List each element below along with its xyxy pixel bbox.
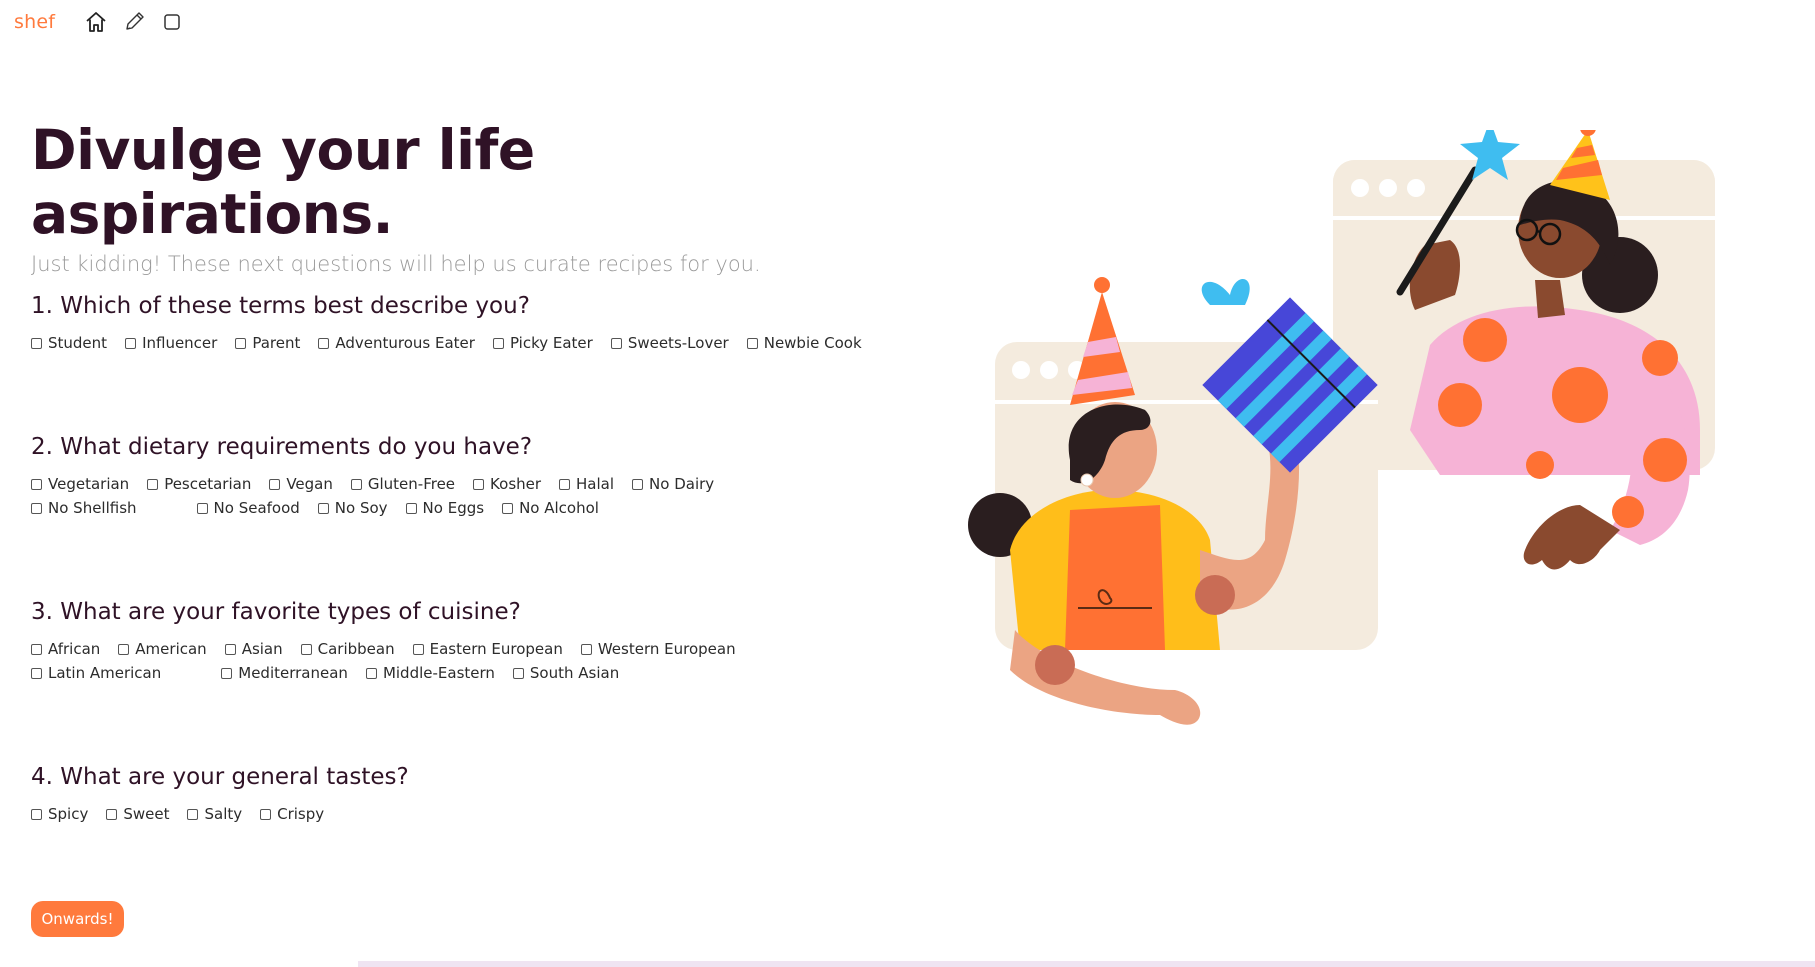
- option-kosher[interactable]: Kosher: [473, 474, 541, 494]
- option-gluten-free[interactable]: Gluten-Free: [350, 474, 455, 494]
- option-no-shellfish[interactable]: No Shellfish: [31, 498, 137, 518]
- option-asian[interactable]: Asian: [224, 639, 283, 659]
- page-title: Divulge your life aspirations.: [31, 118, 535, 246]
- option-no-dairy[interactable]: No Dairy: [632, 474, 714, 494]
- checkbox[interactable]: [365, 667, 377, 679]
- page-subtitle: Just kidding! These next questions will …: [31, 252, 761, 276]
- option-western-european[interactable]: Western European: [580, 639, 736, 659]
- top-nav: shef: [14, 8, 197, 36]
- checkbox[interactable]: [187, 808, 199, 820]
- option-vegan[interactable]: Vegan: [269, 474, 333, 494]
- checkbox[interactable]: [412, 643, 424, 655]
- checkbox[interactable]: [610, 337, 622, 349]
- option-caribbean[interactable]: Caribbean: [300, 639, 395, 659]
- checkbox[interactable]: [125, 337, 137, 349]
- checkbox[interactable]: [31, 808, 42, 820]
- question-title: 4. What are your general tastes?: [31, 764, 409, 790]
- checkbox[interactable]: [221, 667, 233, 679]
- checkbox[interactable]: [318, 337, 330, 349]
- option-middle-eastern[interactable]: Middle-Eastern: [365, 663, 495, 683]
- option-no-soy[interactable]: No Soy: [317, 498, 388, 518]
- hero-illustration: [960, 120, 1740, 730]
- checkbox[interactable]: [512, 667, 524, 679]
- bottom-strip-segment: [0, 961, 358, 967]
- checkbox[interactable]: [235, 337, 247, 349]
- checkbox[interactable]: [31, 337, 42, 349]
- option-halal[interactable]: Halal: [559, 474, 614, 494]
- option-no-alcohol[interactable]: No Alcohol: [502, 498, 599, 518]
- checkbox[interactable]: [317, 502, 329, 514]
- question-4: 4. What are your general tastes? Spicy S…: [31, 764, 881, 824]
- option-eastern-european[interactable]: Eastern European: [412, 639, 563, 659]
- option-influencer[interactable]: Influencer: [125, 333, 217, 353]
- checkbox[interactable]: [118, 643, 130, 655]
- checkbox[interactable]: [269, 478, 281, 490]
- checkbox[interactable]: [224, 643, 236, 655]
- checkbox[interactable]: [473, 478, 485, 490]
- option-parent[interactable]: Parent: [235, 333, 300, 353]
- option-african[interactable]: African: [31, 639, 100, 659]
- bottom-strip: [0, 961, 1815, 967]
- checkbox[interactable]: [350, 478, 362, 490]
- option-south-asian[interactable]: South Asian: [512, 663, 619, 683]
- option-latin-american[interactable]: Latin American: [31, 663, 161, 683]
- option-student[interactable]: Student: [31, 333, 107, 353]
- option-american[interactable]: American: [118, 639, 207, 659]
- checkbox[interactable]: [196, 502, 208, 514]
- page-header: Divulge your life aspirations. Just kidd…: [31, 118, 911, 276]
- question-1: 1. Which of these terms best describe yo…: [31, 293, 881, 353]
- option-vegetarian[interactable]: Vegetarian: [31, 474, 129, 494]
- checkbox[interactable]: [106, 808, 118, 820]
- home-icon[interactable]: [83, 9, 109, 35]
- question-2: 2. What dietary requirements do you have…: [31, 434, 881, 518]
- option-no-eggs[interactable]: No Eggs: [405, 498, 484, 518]
- option-mediterranean[interactable]: Mediterranean: [221, 663, 348, 683]
- checkbox[interactable]: [746, 337, 758, 349]
- option-no-seafood[interactable]: No Seafood: [196, 498, 300, 518]
- checkbox[interactable]: [31, 502, 42, 514]
- pencil-icon[interactable]: [121, 9, 147, 35]
- checkbox[interactable]: [147, 478, 159, 490]
- question-title: 1. Which of these terms best describe yo…: [31, 293, 530, 319]
- option-salty[interactable]: Salty: [187, 804, 242, 824]
- checkbox[interactable]: [492, 337, 504, 349]
- question-title: 2. What dietary requirements do you have…: [31, 434, 533, 460]
- checkbox[interactable]: [31, 667, 42, 679]
- checkbox[interactable]: [300, 643, 312, 655]
- brand-logo[interactable]: shef: [14, 11, 55, 33]
- question-options: African American Asian Caribbean Eastern…: [31, 639, 881, 683]
- checkbox[interactable]: [31, 643, 42, 655]
- question-options: Spicy Sweet Salty Crispy: [31, 804, 881, 824]
- checkbox[interactable]: [632, 478, 644, 490]
- question-3: 3. What are your favorite types of cuisi…: [31, 599, 881, 683]
- checkbox[interactable]: [31, 478, 42, 490]
- option-sweets-lover[interactable]: Sweets-Lover: [610, 333, 729, 353]
- checkbox[interactable]: [260, 808, 272, 820]
- checkbox[interactable]: [559, 478, 571, 490]
- question-title: 3. What are your favorite types of cuisi…: [31, 599, 521, 625]
- option-sweet[interactable]: Sweet: [106, 804, 169, 824]
- option-pescetarian[interactable]: Pescetarian: [147, 474, 251, 494]
- question-options: Vegetarian Pescetarian Vegan Gluten-Free…: [31, 474, 881, 518]
- option-adventurous-eater[interactable]: Adventurous Eater: [318, 333, 475, 353]
- onwards-button[interactable]: Onwards!: [31, 901, 124, 937]
- option-picky-eater[interactable]: Picky Eater: [492, 333, 593, 353]
- option-crispy[interactable]: Crispy: [260, 804, 324, 824]
- question-options: Student Influencer Parent Adventurous Ea…: [31, 333, 881, 353]
- square-icon[interactable]: [159, 9, 185, 35]
- checkbox[interactable]: [580, 643, 592, 655]
- option-newbie-cook[interactable]: Newbie Cook: [746, 333, 862, 353]
- checkbox[interactable]: [405, 502, 417, 514]
- checkbox[interactable]: [502, 502, 514, 514]
- option-spicy[interactable]: Spicy: [31, 804, 88, 824]
